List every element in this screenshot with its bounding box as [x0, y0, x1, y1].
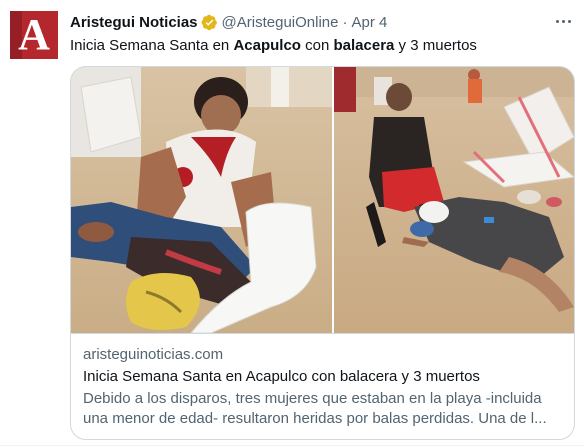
- tweet-header: Aristegui Noticias @AristeguiOnline · Ap…: [70, 12, 387, 32]
- link-card[interactable]: aristeguinoticias.com Inicia Semana Sant…: [70, 66, 575, 440]
- beach-scene-photo-left: [71, 67, 332, 333]
- news-photo-right: [332, 67, 574, 333]
- more-dot-icon: [555, 19, 559, 23]
- handle[interactable]: @AristeguiOnline: [222, 14, 339, 31]
- card-description: Debido a los disparos, tres mujeres que …: [83, 389, 561, 429]
- more-options-button[interactable]: [550, 10, 576, 32]
- tweet-text-part: y 3 muertos: [394, 37, 477, 54]
- more-dot-icon: [561, 19, 565, 23]
- display-name[interactable]: Aristegui Noticias: [70, 14, 198, 31]
- card-media[interactable]: [71, 67, 574, 333]
- tweet-text: Inicia Semana Santa en Acapulco con bala…: [70, 36, 477, 56]
- tweet-text-part: Inicia Semana Santa en: [70, 37, 234, 54]
- timestamp[interactable]: Apr 4: [351, 14, 387, 31]
- more-dot-icon: [567, 19, 571, 23]
- tweet-text-bold-keyword: balacera: [333, 37, 395, 54]
- news-photo-left: [71, 67, 332, 333]
- separator-dot: ·: [342, 13, 348, 31]
- avatar[interactable]: A: [10, 11, 58, 59]
- card-description-line: Debido a los disparos, tres mujeres que …: [83, 390, 542, 407]
- verified-badge-icon[interactable]: [200, 14, 218, 31]
- tweet[interactable]: A Aristegui Noticias @AristeguiOnline · …: [0, 0, 584, 446]
- card-title: Inicia Semana Santa en Acapulco con bala…: [83, 368, 480, 385]
- tweet-text-bold-location: Acapulco: [233, 37, 301, 54]
- card-domain: aristeguinoticias.com: [83, 346, 224, 363]
- avatar-logo-letter: A: [18, 11, 50, 59]
- beach-scene-photo-right: [334, 67, 574, 333]
- card-meta[interactable]: aristeguinoticias.com Inicia Semana Sant…: [71, 333, 574, 439]
- card-description-line: una menor de edad- resultaron heridas po…: [83, 410, 547, 427]
- tweet-text-part: con: [300, 37, 334, 54]
